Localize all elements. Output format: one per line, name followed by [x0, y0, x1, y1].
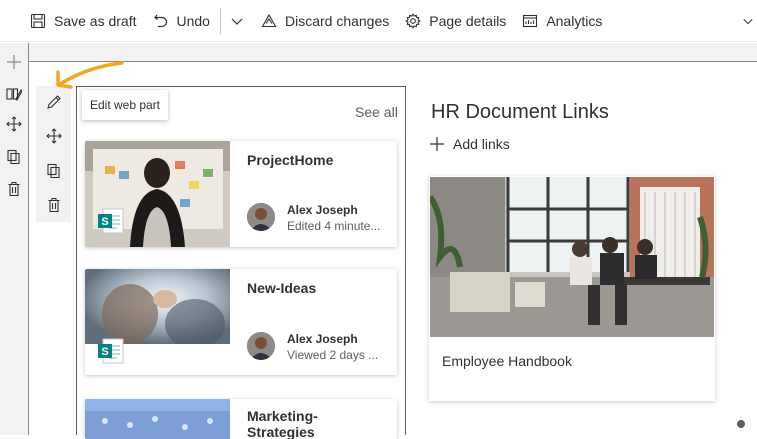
command-bar: Save as draft Undo Discard changes Page …	[0, 0, 757, 42]
svg-text:S: S	[101, 216, 108, 228]
add-links-button[interactable]: Add links	[430, 136, 510, 152]
edit-section-icon	[6, 88, 22, 101]
quick-link-image	[430, 177, 714, 337]
save-as-draft-label: Save as draft	[54, 12, 137, 29]
discard-changes-label: Discard changes	[284, 12, 390, 29]
save-as-draft-button[interactable]: Save as draft	[22, 0, 145, 42]
section-divider-line	[29, 61, 757, 62]
edit-section-button[interactable]	[4, 84, 24, 104]
document-author: Alex Joseph	[287, 332, 358, 346]
chevron-down-icon	[743, 18, 753, 25]
gear-icon	[405, 12, 422, 29]
undo-label: Undo	[176, 12, 210, 29]
sharepoint-file-icon: S	[97, 207, 125, 235]
move-icon	[46, 128, 62, 144]
duplicate-section-button[interactable]	[4, 147, 24, 167]
quick-link-card[interactable]: Employee Handbook	[429, 176, 715, 401]
discard-changes-button[interactable]: Discard changes	[253, 0, 397, 42]
document-title-line: Marketing-	[247, 408, 318, 424]
document-title[interactable]: Marketing- Strategies	[247, 408, 387, 439]
undo-icon	[153, 14, 167, 27]
document-card[interactable]: S ProjectHome Alex Joseph Edited 4 minut…	[85, 141, 397, 247]
document-title-line: Strategies	[247, 424, 315, 439]
document-title[interactable]: New-Ideas	[247, 280, 387, 296]
delete-web-part-button[interactable]	[44, 195, 64, 215]
copy-icon	[47, 163, 60, 179]
copy-icon	[7, 149, 20, 165]
avatar	[247, 332, 275, 360]
document-title[interactable]: ProjectHome	[247, 152, 387, 168]
avatar	[247, 203, 275, 231]
quick-link-label: Employee Handbook	[442, 353, 572, 369]
scroll-indicator	[737, 420, 745, 428]
discard-icon	[261, 13, 277, 27]
trash-icon	[8, 181, 20, 197]
plus-icon	[7, 55, 21, 69]
toolbar-divider	[219, 7, 221, 34]
quick-links-title[interactable]: HR Document Links	[431, 101, 609, 124]
trash-icon	[48, 197, 60, 213]
chevron-down-icon	[231, 18, 243, 25]
page-details-button[interactable]: Page details	[397, 0, 514, 42]
section-toolbar	[0, 43, 29, 435]
sharepoint-file-icon: S	[97, 337, 125, 365]
svg-text:S: S	[101, 346, 108, 358]
delete-section-button[interactable]	[4, 179, 24, 199]
document-card[interactable]: Marketing- Strategies	[85, 399, 397, 439]
analytics-button[interactable]: Analytics	[514, 0, 610, 42]
web-part-toolbar	[36, 86, 71, 222]
web-part-outline	[76, 86, 406, 435]
plus-icon	[430, 137, 444, 151]
document-activity: Edited 4 minute...	[287, 219, 381, 233]
analytics-label: Analytics	[546, 12, 603, 29]
document-thumbnail	[85, 399, 230, 439]
see-all-link[interactable]: See all	[355, 104, 398, 120]
duplicate-web-part-button[interactable]	[44, 161, 64, 181]
move-web-part-button[interactable]	[44, 126, 64, 146]
undo-dropdown-button[interactable]	[225, 0, 249, 42]
move-section-button[interactable]	[4, 114, 24, 134]
add-links-label: Add links	[453, 136, 510, 152]
more-commands-button[interactable]	[739, 0, 757, 42]
document-thumbnail	[85, 269, 230, 344]
document-activity: Viewed 2 days ...	[287, 348, 379, 362]
annotation-arrow-icon	[56, 61, 124, 89]
save-icon	[30, 13, 46, 28]
undo-button[interactable]: Undo	[145, 0, 218, 42]
page-details-label: Page details	[429, 12, 507, 29]
move-icon	[6, 116, 22, 132]
analytics-icon	[523, 14, 538, 27]
document-card[interactable]: S New-Ideas Alex Joseph Viewed 2 days ..…	[85, 269, 397, 375]
document-author: Alex Joseph	[287, 203, 358, 217]
add-section-button[interactable]	[4, 52, 24, 72]
